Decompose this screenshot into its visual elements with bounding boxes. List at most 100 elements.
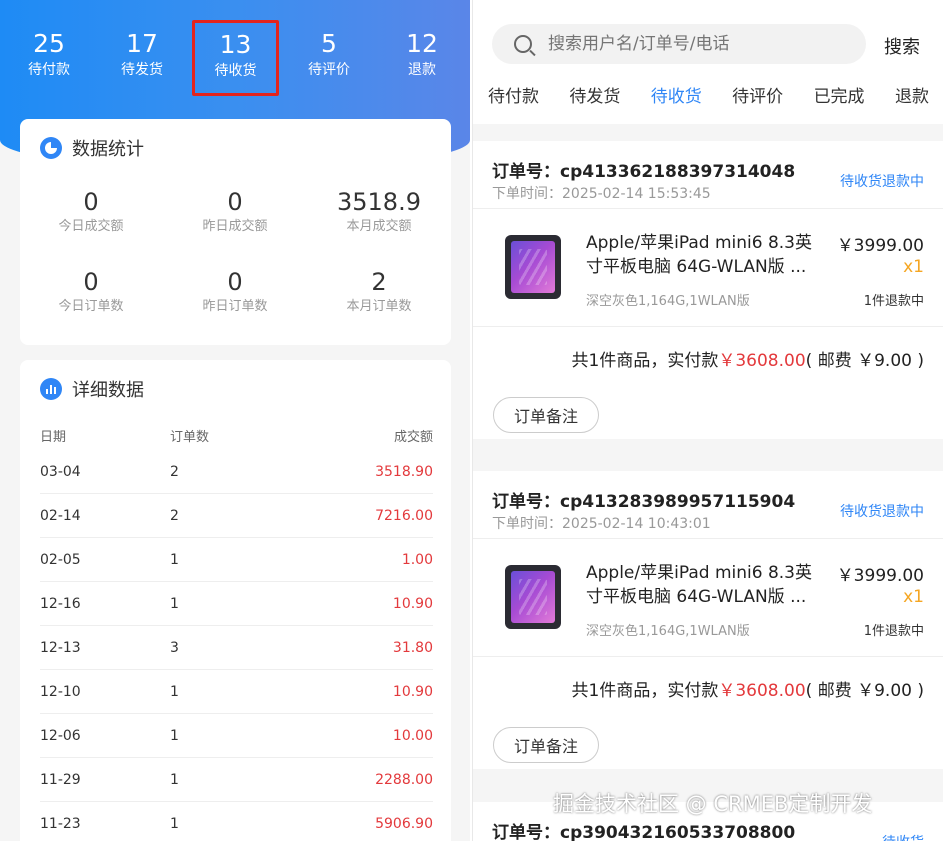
kpi-label: 昨日订单数 xyxy=(202,299,268,314)
card-title-text: 数据统计 xyxy=(72,139,144,160)
bar-chart-icon xyxy=(40,378,62,400)
search-icon xyxy=(514,35,532,53)
stat-pending-receipt[interactable]: 13 待收货 xyxy=(192,20,279,96)
stat-count: 5 xyxy=(321,29,337,58)
table-row: 11-23 1 5906.90 xyxy=(40,802,433,841)
table-row: 12-16 1 10.90 xyxy=(40,582,433,626)
tab-pending-payment[interactable]: 待付款 xyxy=(488,82,539,115)
order-status: 待收货退款中 xyxy=(840,174,924,190)
search-and-tabs-header: 搜索 待付款 待发货 待收货 待评价 已完成 退款 xyxy=(473,0,943,124)
total-amount: ￥3608.00 xyxy=(718,681,806,701)
stat-label: 退款 xyxy=(408,62,436,78)
tab-pending-receipt[interactable]: 待收货 xyxy=(651,82,702,115)
stat-refund[interactable]: 12 退款 xyxy=(382,28,462,80)
product-image xyxy=(505,565,561,629)
stat-count: 12 xyxy=(406,29,438,58)
table-row: 02-05 1 1.00 xyxy=(40,538,433,582)
kpi-month-orders: 2 本月订单数 xyxy=(309,267,449,317)
total-prefix: 共1件商品，实付款 xyxy=(571,351,719,371)
order-product[interactable]: Apple/苹果iPad mini6 8.3英寸平板电脑 64G-WLAN版 .… xyxy=(473,539,943,657)
cell-date: 12-10 xyxy=(40,683,81,700)
stat-label: 待付款 xyxy=(28,62,70,78)
product-spec: 深空灰色1,164G,1WLAN版 xyxy=(586,294,750,309)
shipping-fee: ( 邮费 ￥9.00 ) xyxy=(805,681,924,701)
kpi-label: 本月成交额 xyxy=(346,219,412,234)
order-product[interactable]: Apple/苹果iPad mini6 8.3英寸平板电脑 64G-WLAN版 .… xyxy=(473,209,943,327)
tab-pending-review[interactable]: 待评价 xyxy=(732,82,783,115)
tab-pending-shipment[interactable]: 待发货 xyxy=(569,82,620,115)
order-header: 订单号：cp413362188397314048 下单时间：2025-02-14… xyxy=(473,141,943,209)
cell-amount: 3518.90 xyxy=(375,463,433,480)
order-note-button[interactable]: 订单备注 xyxy=(493,727,599,763)
kpi-value: 0 xyxy=(227,268,243,296)
kpi-value: 3518.9 xyxy=(337,188,421,216)
search-input[interactable] xyxy=(548,34,848,54)
cell-orders: 1 xyxy=(170,815,179,832)
cell-amount: 10.00 xyxy=(392,727,433,744)
cell-orders: 2 xyxy=(170,463,179,480)
cell-amount: 7216.00 xyxy=(375,507,433,524)
cell-amount: 2288.00 xyxy=(375,771,433,788)
order-status: 待收货 xyxy=(882,832,924,841)
kpi-month-sales: 3518.9 本月成交额 xyxy=(309,187,449,237)
tab-completed[interactable]: 已完成 xyxy=(814,82,865,115)
cell-amount: 1.00 xyxy=(401,551,433,568)
stat-pending-review[interactable]: 5 待评价 xyxy=(289,28,369,80)
order-total: 共1件商品，实付款￥3608.00( 邮费 ￥9.00 ) xyxy=(473,327,943,389)
kpi-label: 本月订单数 xyxy=(346,299,412,314)
order-card[interactable]: 订单号：cp413283989957115904 下单时间：2025-02-14… xyxy=(473,471,943,769)
cell-orders: 3 xyxy=(170,639,179,656)
order-total: 共1件商品，实付款￥3608.00( 邮费 ￥9.00 ) xyxy=(473,657,943,719)
cell-date: 02-05 xyxy=(40,551,81,568)
kpi-value: 0 xyxy=(227,188,243,216)
order-status-tabs: 待付款 待发货 待收货 待评价 已完成 退款 xyxy=(473,82,943,115)
product-quantity: x1 xyxy=(903,587,924,607)
order-header: 订单号：cp413283989957115904 下单时间：2025-02-14… xyxy=(473,471,943,539)
stat-pending-payment[interactable]: 25 待付款 xyxy=(9,28,89,80)
total-prefix: 共1件商品，实付款 xyxy=(571,681,719,701)
refund-status: 1件退款中 xyxy=(863,294,924,309)
table-row: 03-04 2 3518.90 xyxy=(40,450,433,494)
total-amount: ￥3608.00 xyxy=(718,351,806,371)
shipping-fee: ( 邮费 ￥9.00 ) xyxy=(805,351,924,371)
cell-date: 11-23 xyxy=(40,815,81,832)
product-price: ￥3999.00 xyxy=(836,566,924,586)
table-row: 02-14 2 7216.00 xyxy=(40,494,433,538)
tab-refund[interactable]: 退款 xyxy=(895,82,929,115)
table-row: 12-13 3 31.80 xyxy=(40,626,433,670)
card-title: 详细数据 xyxy=(40,376,144,402)
card-title-text: 详细数据 xyxy=(72,380,144,401)
stat-label: 待发货 xyxy=(121,62,163,78)
kpi-today-orders: 0 今日订单数 xyxy=(21,267,161,317)
cell-date: 12-06 xyxy=(40,727,81,744)
stat-label: 待收货 xyxy=(214,63,257,79)
cell-amount: 10.90 xyxy=(392,683,433,700)
table-row: 12-06 1 10.00 xyxy=(40,714,433,758)
cell-date: 12-13 xyxy=(40,639,81,656)
search-button[interactable]: 搜索 xyxy=(884,33,920,59)
cell-orders: 1 xyxy=(170,595,179,612)
kpi-label: 今日订单数 xyxy=(58,299,124,314)
order-card[interactable]: 订单号：cp413362188397314048 下单时间：2025-02-14… xyxy=(473,141,943,439)
card-title: 数据统计 xyxy=(40,135,144,161)
stat-count: 13 xyxy=(219,30,252,59)
kpi-label: 今日成交额 xyxy=(58,219,124,234)
cell-amount: 10.90 xyxy=(392,595,433,612)
detail-table: 日期 订单数 成交额 03-04 2 3518.90 02-14 2 7216.00 02-… xyxy=(40,420,433,841)
search-box[interactable] xyxy=(492,24,866,64)
order-time: 下单时间：2025-02-14 10:43:01 xyxy=(492,516,711,532)
stat-pending-shipment[interactable]: 17 待发货 xyxy=(102,28,182,80)
column-header-date: 日期 xyxy=(40,429,67,445)
cell-date: 11-29 xyxy=(40,771,81,788)
cell-date: 03-04 xyxy=(40,463,81,480)
order-note-button[interactable]: 订单备注 xyxy=(493,397,599,433)
kpi-yesterday-sales: 0 昨日成交额 xyxy=(165,187,305,237)
cell-amount: 5906.90 xyxy=(375,815,433,832)
column-header-amount: 成交额 xyxy=(393,429,433,445)
detail-data-card: 详细数据 日期 订单数 成交额 03-04 2 3518.90 02-14 2 7216.… xyxy=(20,360,451,841)
statistics-panel: 25 待付款 17 待发货 13 待收货 5 待评价 12 退款 数据统计 0 … xyxy=(0,0,470,841)
data-statistics-card: 数据统计 0 今日成交额 0 昨日成交额 3518.9 本月成交额 0 今日订单… xyxy=(20,119,451,345)
watermark: 掘金技术社区 @ CRMEB定制开发 xyxy=(553,792,873,816)
cell-date: 12-16 xyxy=(40,595,81,612)
order-actions: 订单备注 xyxy=(473,719,943,769)
